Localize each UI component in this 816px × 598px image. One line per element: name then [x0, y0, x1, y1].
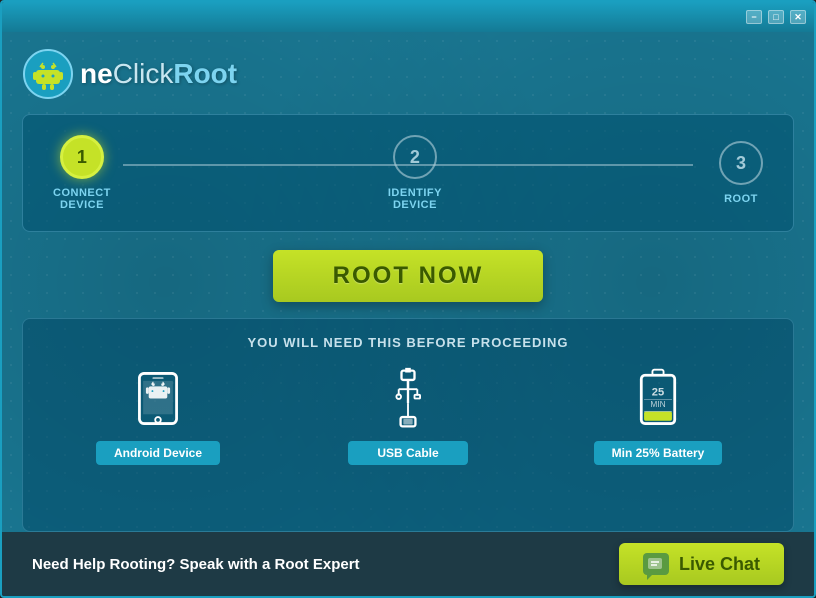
help-text: Need Help Rooting? Speak with a Root Exp…: [32, 556, 360, 573]
android-device-label: Android Device: [96, 441, 220, 465]
live-chat-button[interactable]: Live Chat: [619, 543, 784, 585]
minimize-button[interactable]: −: [746, 10, 762, 24]
window-controls: − □ ✕: [746, 10, 806, 24]
live-chat-label: Live Chat: [679, 554, 760, 575]
svg-text:25: 25: [652, 387, 664, 399]
chat-icon-svg: [648, 558, 664, 571]
step-2: 2 IDENTIFYDEVICE: [388, 135, 442, 211]
battery-icon: 25 MIN: [632, 366, 684, 431]
step-1: 1 CONNECTDEVICE: [53, 135, 111, 211]
title-bar: − □ ✕: [2, 2, 814, 32]
step-3-label: ROOT: [724, 193, 758, 205]
req-usb-cable: USB Cable: [293, 366, 523, 465]
requirements-items: Android Device: [43, 366, 773, 465]
requirements-title: YOU WILL NEED THIS BEFORE PROCEEDING: [43, 335, 773, 350]
battery-label: Min 25% Battery: [594, 441, 723, 465]
step-2-circle: 2: [393, 135, 437, 179]
android-device-icon: [128, 366, 188, 431]
step-3-circle: 3: [719, 141, 763, 185]
steps-panel: 1 CONNECTDEVICE 2 IDENTIFYDEVICE 3 ROOT: [22, 114, 794, 232]
req-battery: 25 MIN Min 25% Battery: [543, 366, 773, 465]
logo: neClickRoot: [22, 48, 237, 100]
bottom-bar: Need Help Rooting? Speak with a Root Exp…: [2, 532, 814, 596]
logo-text: neClickRoot: [80, 58, 237, 90]
req-android-device: Android Device: [43, 366, 273, 465]
header: neClickRoot: [22, 48, 794, 100]
logo-icon: [22, 48, 74, 100]
main-content: neClickRoot 1 CONNECTDEVICE 2 IDENTIFYDE…: [2, 32, 814, 532]
usb-cable-label: USB Cable: [348, 441, 468, 465]
svg-text:MIN: MIN: [650, 399, 665, 409]
step-1-label: CONNECTDEVICE: [53, 187, 111, 211]
close-button[interactable]: ✕: [790, 10, 806, 24]
maximize-button[interactable]: □: [768, 10, 784, 24]
chat-bubble-icon: [643, 553, 669, 575]
step-3: 3 ROOT: [719, 141, 763, 205]
step-1-circle: 1: [60, 135, 104, 179]
step-2-label: IDENTIFYDEVICE: [388, 187, 442, 211]
app-window: − □ ✕: [0, 0, 816, 598]
root-now-button[interactable]: ROOT NOW: [273, 250, 544, 302]
usb-cable-icon: [383, 366, 433, 431]
requirements-panel: YOU WILL NEED THIS BEFORE PROCEEDING: [22, 318, 794, 532]
